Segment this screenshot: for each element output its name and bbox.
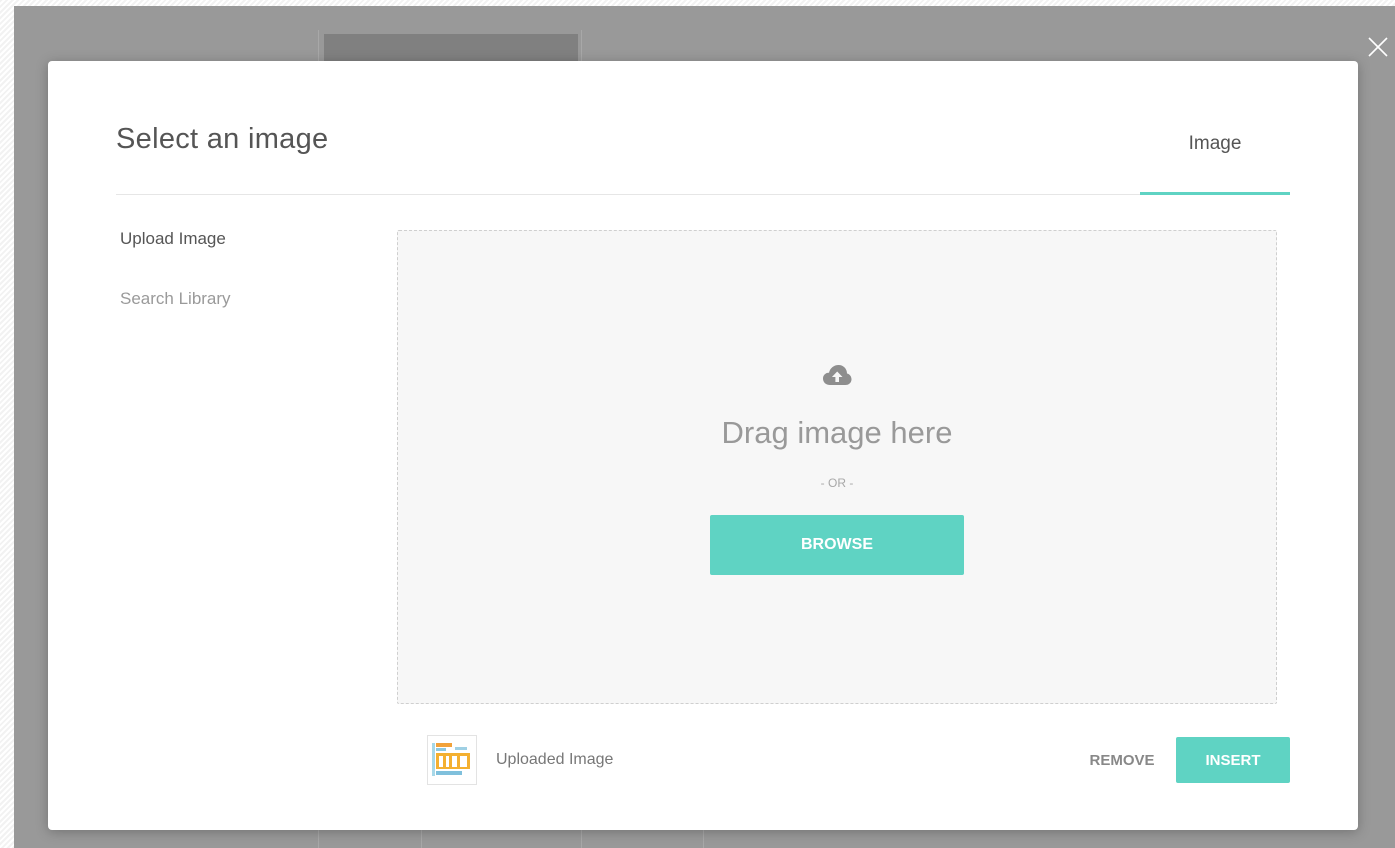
select-image-modal: Select an image Image Upload Image Searc… xyxy=(48,61,1358,830)
modal-title: Select an image xyxy=(116,123,329,155)
image-dropzone[interactable]: Drag image here - OR - BROWSE xyxy=(397,230,1277,704)
modal-header: Select an image Image xyxy=(116,61,1290,195)
tab-image-label: Image xyxy=(1188,133,1242,154)
or-separator: - OR - xyxy=(820,476,854,490)
background-divider xyxy=(421,828,422,848)
nav-item-upload-image[interactable]: Upload Image xyxy=(120,229,380,289)
source-nav: Upload Image Search Library xyxy=(120,229,380,349)
insert-button[interactable]: INSERT xyxy=(1176,737,1290,783)
browse-button[interactable]: BROWSE xyxy=(710,515,964,575)
nav-item-search-library[interactable]: Search Library xyxy=(120,289,380,349)
uploaded-image-thumbnail xyxy=(427,735,477,785)
cloud-upload-icon xyxy=(398,363,1276,389)
remove-button[interactable]: REMOVE xyxy=(1072,737,1172,783)
background-footer-row xyxy=(318,828,704,848)
uploaded-image-label: Uploaded Image xyxy=(496,751,614,768)
background-column-header xyxy=(324,34,578,64)
close-icon[interactable] xyxy=(1365,34,1391,60)
background-pattern-left xyxy=(0,0,14,848)
tab-image[interactable]: Image xyxy=(1140,61,1290,195)
drag-instructions: Drag image here xyxy=(721,415,953,450)
